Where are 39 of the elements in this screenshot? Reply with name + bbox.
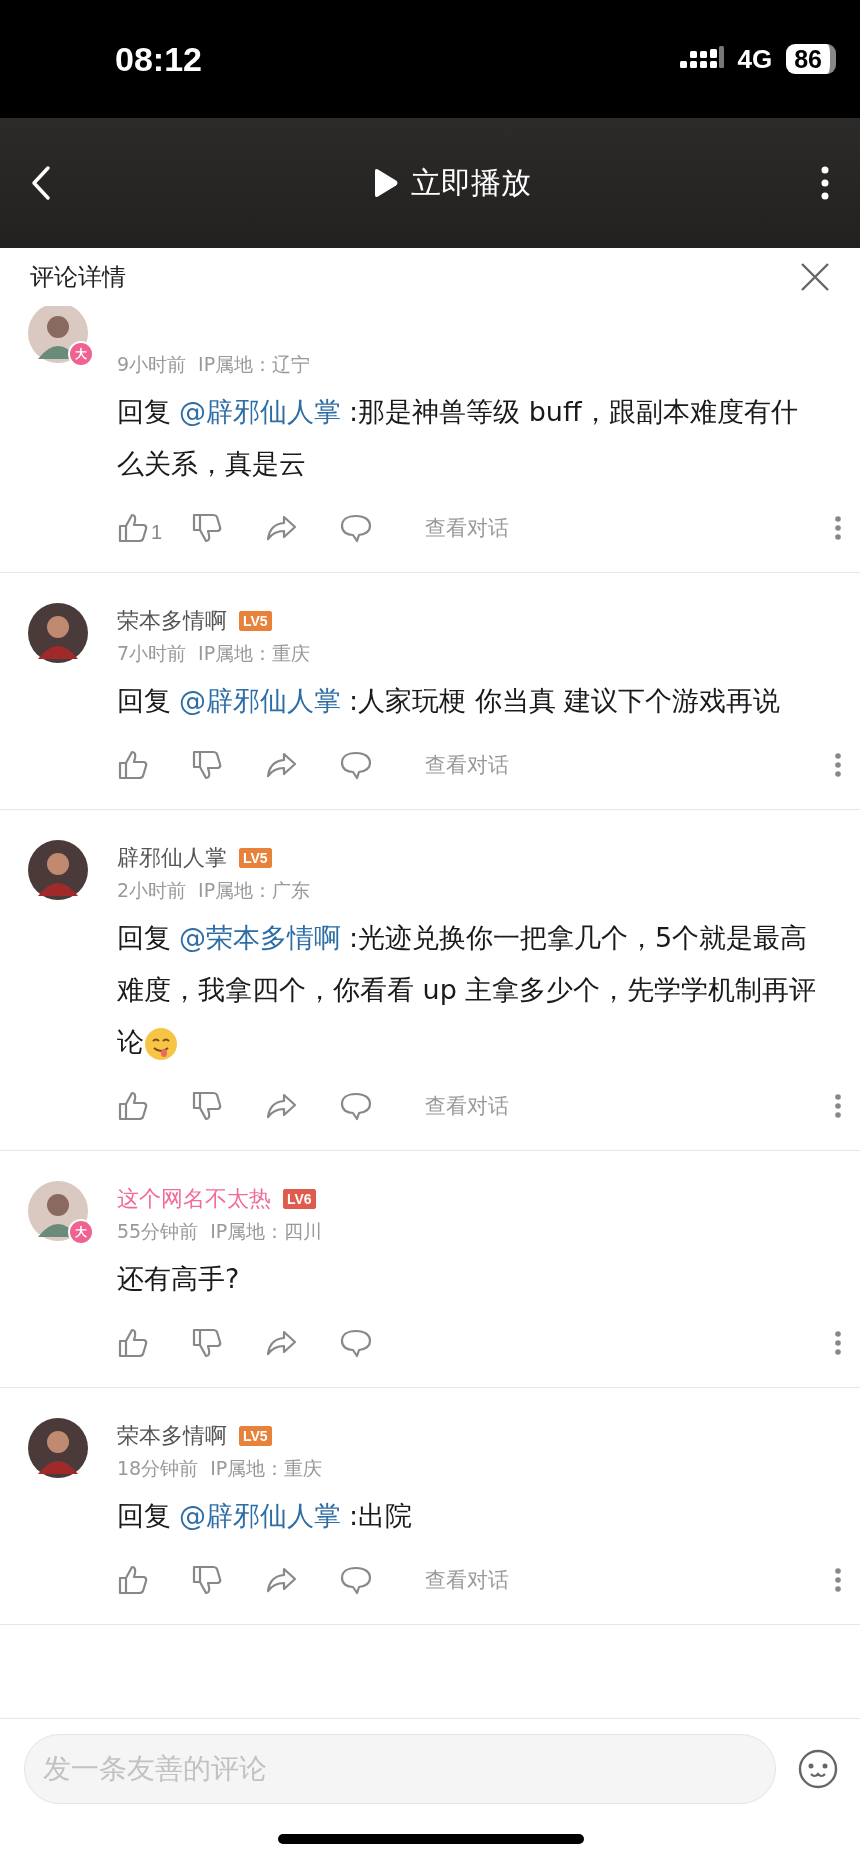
level-badge: LV6 [283, 1189, 316, 1209]
mention-link[interactable]: @辟邪仙人掌 [179, 685, 341, 716]
like-button[interactable]: 1 [117, 512, 191, 544]
user-name[interactable]: 荣本多情啊 [117, 606, 227, 636]
user-name[interactable]: 荣本多情啊 [117, 1421, 227, 1451]
comment-text: 还有高手? [117, 1262, 241, 1296]
battery: 86 [786, 44, 836, 74]
comment-text: 回复 @荣本多情啊 :光迹兑换你一把拿几个，5个就是最高难度，我拿四个，你看看 up 主拿多少个，先学学机制再评论 [117, 912, 817, 1068]
comment-time: 18分钟前 [117, 1456, 199, 1481]
comment-time: 7小时前 [117, 641, 187, 666]
view-conversation-link[interactable]: 查看对话 [425, 1092, 509, 1120]
view-conversation-link[interactable]: 查看对话 [425, 514, 509, 542]
comment-time: 55分钟前 [117, 1219, 199, 1244]
ip-location: IP属地：重庆 [210, 1456, 323, 1481]
comment-time: 2小时前 [117, 878, 187, 903]
clock: 08:12 [115, 39, 202, 79]
comment-text: 回复 @辟邪仙人掌 :那是神兽等级 buff，跟副本难度有什么关系，真是云 [117, 395, 799, 481]
network-label: 4G [737, 43, 773, 75]
comment-text: 回复 @辟邪仙人掌 :出院 [117, 1499, 414, 1533]
ip-location: IP属地：重庆 [198, 641, 311, 666]
view-conversation-link[interactable]: 查看对话 [425, 1566, 509, 1594]
ip-location: IP属地：辽宁 [198, 352, 311, 377]
play-now-button[interactable]: 立即播放 [371, 162, 531, 204]
mention-link[interactable]: @辟邪仙人掌 [179, 1500, 341, 1531]
comment-time: 9小时前 [117, 352, 187, 377]
ip-location: IP属地：四川 [210, 1219, 323, 1244]
ip-location: IP属地：广东 [198, 878, 311, 903]
user-name[interactable]: 辟邪仙人掌 [117, 843, 227, 873]
level-badge: LV5 [239, 848, 272, 868]
mention-link[interactable]: @辟邪仙人掌 [179, 396, 341, 427]
vip-badge: 大 [68, 1219, 94, 1245]
level-badge: LV5 [239, 1426, 272, 1446]
user-name[interactable]: 这个网名不太热 [117, 1184, 271, 1214]
view-conversation-link[interactable]: 查看对话 [425, 751, 509, 779]
vip-badge: 大 [68, 341, 94, 367]
mention-link[interactable]: @荣本多情啊 [179, 922, 341, 953]
comment-text: 回复 @辟邪仙人掌 :人家玩梗 你当真 建议下个游戏再说 [117, 684, 782, 718]
panel-title: 评论详情 [30, 262, 126, 293]
level-badge: LV5 [239, 611, 272, 631]
